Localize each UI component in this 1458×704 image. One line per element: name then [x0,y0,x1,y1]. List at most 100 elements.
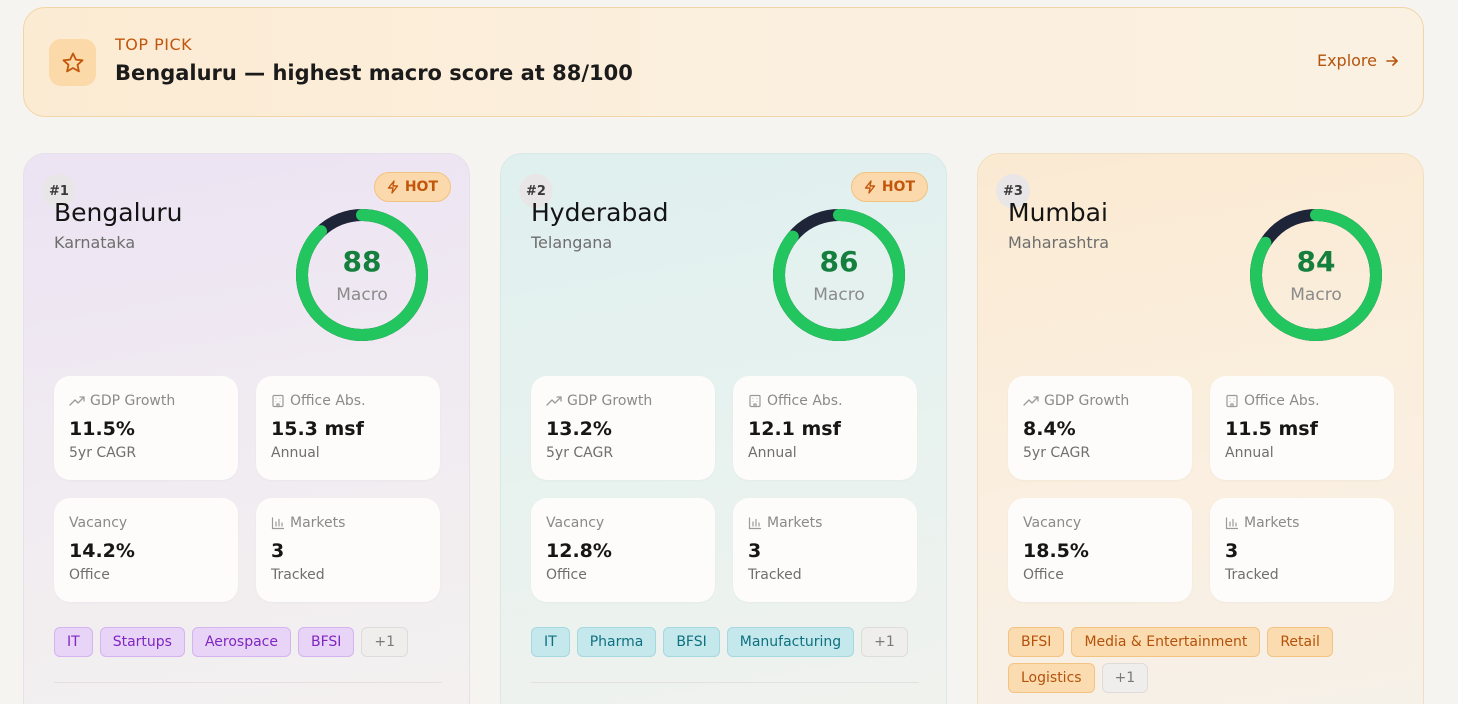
metric-label: Vacancy [546,515,605,531]
sector-tag[interactable]: IT [54,627,93,657]
state-name: Telangana [531,233,613,252]
metric-office-absorption: Office Abs. 12.1 msf Annual [733,376,917,480]
banner-title: Bengaluru — highest macro score at 88/10… [115,61,633,85]
trending-up-icon [546,396,562,406]
metric-markets: Markets 3 Tracked [256,498,440,602]
sector-tags: BFSI Media & Entertainment Retail Logist… [1008,627,1408,693]
metric-value: 11.5 msf [1225,418,1318,440]
sector-tag[interactable]: Logistics [1008,663,1095,693]
metric-value: 11.5% [69,418,135,440]
bar-chart-icon [748,517,762,530]
metric-value: 15.3 msf [271,418,364,440]
sector-tag[interactable]: Manufacturing [726,627,855,657]
sector-tag[interactable]: BFSI [1008,627,1065,657]
sector-tag[interactable]: Pharma [576,627,657,657]
metric-sub: Office [1023,567,1064,583]
explore-button[interactable]: Explore [1317,51,1399,70]
metric-sub: Tracked [748,567,802,583]
sector-tag[interactable]: Media & Entertainment [1071,627,1261,657]
city-card-bengaluru[interactable]: #1 Bengaluru Karnataka HOT 88 Macro GDP … [23,153,470,704]
bar-chart-icon [271,517,285,530]
metric-gdp-growth: GDP Growth 13.2% 5yr CAGR [531,376,715,480]
more-tags-button[interactable]: +1 [361,627,409,657]
more-tags-button[interactable]: +1 [1101,663,1149,693]
metric-value: 3 [271,540,285,562]
city-name: Bengaluru [54,198,183,227]
bolt-icon [864,180,876,194]
metric-value: 14.2% [69,540,135,562]
metric-sub: 5yr CAGR [546,445,614,461]
sector-tag[interactable]: BFSI [297,627,355,657]
hot-badge: HOT [373,172,451,202]
metric-label: Office Abs. [1244,393,1320,409]
divider [54,682,442,683]
metric-label: Office Abs. [767,393,843,409]
macro-score-label: Macro [336,285,388,305]
metric-label: GDP Growth [1044,393,1130,409]
metric-vacancy: Vacancy 14.2% Office [54,498,238,602]
metric-sub: Annual [748,445,797,461]
metric-label: Markets [767,515,823,531]
macro-score-gauge: 88 Macro [294,207,430,343]
sector-tag[interactable]: Retail [1267,627,1333,657]
hot-label: HOT [404,179,438,195]
metric-value: 3 [1225,540,1239,562]
metric-sub: Tracked [1225,567,1279,583]
macro-score-value: 88 [342,245,382,278]
sector-tags: IT Startups Aerospace BFSI +1 [54,627,454,657]
city-name: Mumbai [1008,198,1108,227]
state-name: Maharashtra [1008,233,1110,252]
metric-vacancy: Vacancy 12.8% Office [531,498,715,602]
star-icon [49,39,96,86]
top-pick-banner: TOP PICK Bengaluru — highest macro score… [23,7,1424,117]
metric-vacancy: Vacancy 18.5% Office [1008,498,1192,602]
macro-score-value: 84 [1296,245,1336,278]
city-card-mumbai[interactable]: #3 Mumbai Maharashtra 84 Macro GDP Growt… [977,153,1424,704]
bar-chart-icon [1225,517,1239,530]
metric-label: Office Abs. [290,393,366,409]
sector-tag[interactable]: Aerospace [191,627,291,657]
more-tags-button[interactable]: +1 [861,627,908,657]
metric-value: 13.2% [546,418,612,440]
divider [531,682,919,683]
metric-label: GDP Growth [90,393,176,409]
macro-score-label: Macro [813,285,865,305]
metric-office-absorption: Office Abs. 15.3 msf Annual [256,376,440,480]
macro-score-gauge: 86 Macro [771,207,907,343]
metric-label: Markets [290,515,346,531]
hot-label: HOT [881,179,915,195]
macro-score-value: 86 [819,245,859,278]
trending-up-icon [69,396,85,406]
sector-tag[interactable]: BFSI [663,627,720,657]
metric-label: Vacancy [1023,515,1082,531]
sector-tag[interactable]: IT [531,627,570,657]
metric-value: 3 [748,540,762,562]
metric-gdp-growth: GDP Growth 8.4% 5yr CAGR [1008,376,1192,480]
explore-label: Explore [1316,51,1377,70]
city-card-hyderabad[interactable]: #2 Hyderabad Telangana HOT 86 Macro GDP … [500,153,947,704]
metric-sub: Tracked [271,567,325,583]
metric-sub: Office [69,567,110,583]
sector-tags: IT Pharma BFSI Manufacturing +1 [531,627,931,657]
city-name: Hyderabad [531,198,669,227]
sector-tag[interactable]: Startups [99,627,185,657]
metric-markets: Markets 3 Tracked [733,498,917,602]
building-icon [272,394,284,408]
metric-value: 12.1 msf [748,418,841,440]
metric-gdp-growth: GDP Growth 11.5% 5yr CAGR [54,376,238,480]
banner-eyebrow: TOP PICK [115,35,193,54]
metric-sub: Annual [1225,445,1274,461]
metric-sub: 5yr CAGR [69,445,137,461]
metric-value: 8.4% [1023,418,1076,440]
bolt-icon [387,180,399,194]
metric-label: Vacancy [69,515,128,531]
macro-score-gauge: 84 Macro [1248,207,1384,343]
metric-markets: Markets 3 Tracked [1210,498,1394,602]
building-icon [1226,394,1238,408]
metric-label: Markets [1244,515,1300,531]
metric-value: 18.5% [1023,540,1089,562]
hot-badge: HOT [850,172,928,202]
metric-sub: 5yr CAGR [1023,445,1091,461]
metric-sub: Annual [271,445,320,461]
macro-score-label: Macro [1290,285,1342,305]
